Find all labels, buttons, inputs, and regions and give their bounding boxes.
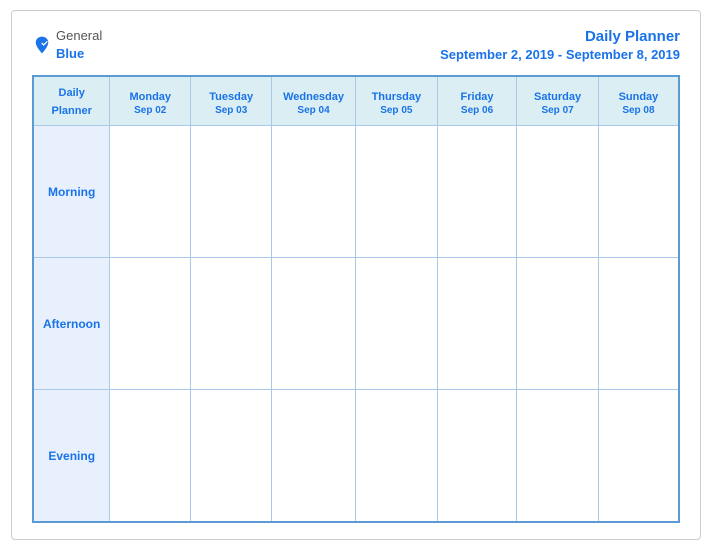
cell-evening-sunday[interactable] xyxy=(598,390,679,522)
planner-page: General Blue Daily Planner September 2, … xyxy=(11,10,701,540)
logo: General Blue xyxy=(32,27,102,63)
col-header-monday: Monday Sep 02 xyxy=(110,76,191,126)
cell-morning-friday[interactable] xyxy=(437,126,517,258)
col-header-saturday: Saturday Sep 07 xyxy=(517,76,599,126)
cell-evening-wednesday[interactable] xyxy=(272,390,356,522)
planner-date-range: September 2, 2019 - September 8, 2019 xyxy=(440,47,680,64)
cell-morning-sunday[interactable] xyxy=(598,126,679,258)
cell-evening-tuesday[interactable] xyxy=(191,390,272,522)
col-header-thursday: Thursday Sep 05 xyxy=(355,76,437,126)
row-evening: Evening xyxy=(33,390,679,522)
row-label-evening: Evening xyxy=(33,390,110,522)
header: General Blue Daily Planner September 2, … xyxy=(32,27,680,63)
col-header-wednesday: Wednesday Sep 04 xyxy=(272,76,356,126)
cell-evening-saturday[interactable] xyxy=(517,390,599,522)
cell-morning-wednesday[interactable] xyxy=(272,126,356,258)
col-header-sunday: Sunday Sep 08 xyxy=(598,76,679,126)
planner-title: Daily Planner xyxy=(440,27,680,47)
cell-evening-monday[interactable] xyxy=(110,390,191,522)
cell-afternoon-thursday[interactable] xyxy=(355,258,437,390)
logo-blue: Blue xyxy=(56,46,84,61)
cell-afternoon-sunday[interactable] xyxy=(598,258,679,390)
cell-morning-saturday[interactable] xyxy=(517,126,599,258)
cell-afternoon-tuesday[interactable] xyxy=(191,258,272,390)
logo-text: General Blue xyxy=(56,27,102,63)
col-header-tuesday: Tuesday Sep 03 xyxy=(191,76,272,126)
logo-icon xyxy=(32,35,52,55)
logo-general: General xyxy=(56,28,102,43)
row-label-morning: Morning xyxy=(33,126,110,258)
title-area: Daily Planner September 2, 2019 - Septem… xyxy=(440,27,680,63)
header-row: Daily Planner Monday Sep 02 Tuesday Sep … xyxy=(33,76,679,126)
cell-afternoon-wednesday[interactable] xyxy=(272,258,356,390)
cell-afternoon-saturday[interactable] xyxy=(517,258,599,390)
cell-afternoon-monday[interactable] xyxy=(110,258,191,390)
col-header-daily-planner: Daily Planner xyxy=(33,76,110,126)
cell-evening-friday[interactable] xyxy=(437,390,517,522)
cell-morning-monday[interactable] xyxy=(110,126,191,258)
planner-table: Daily Planner Monday Sep 02 Tuesday Sep … xyxy=(32,75,680,523)
cell-morning-thursday[interactable] xyxy=(355,126,437,258)
col-header-friday: Friday Sep 06 xyxy=(437,76,517,126)
row-afternoon: Afternoon xyxy=(33,258,679,390)
row-label-afternoon: Afternoon xyxy=(33,258,110,390)
cell-evening-thursday[interactable] xyxy=(355,390,437,522)
row-morning: Morning xyxy=(33,126,679,258)
cell-afternoon-friday[interactable] xyxy=(437,258,517,390)
cell-morning-tuesday[interactable] xyxy=(191,126,272,258)
